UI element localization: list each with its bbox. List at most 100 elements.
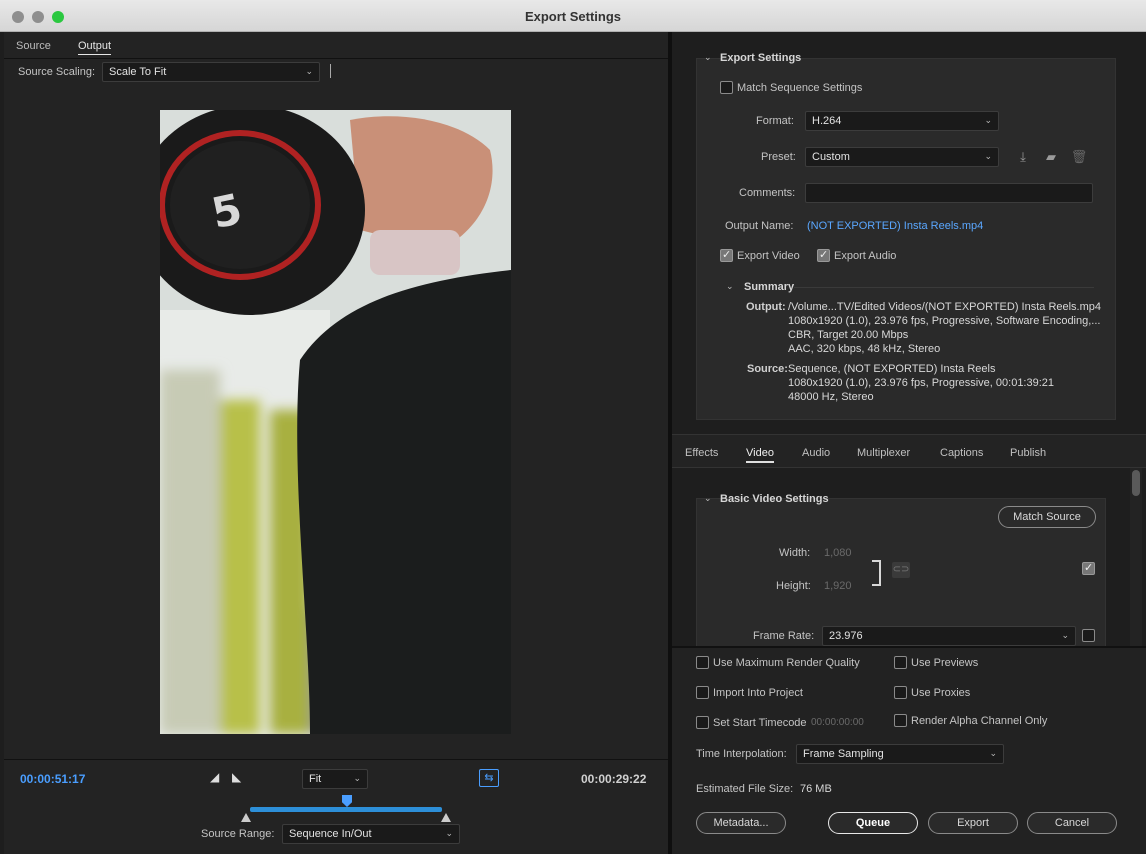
use-previews-checkbox[interactable] xyxy=(894,656,907,669)
height-value[interactable]: 1,920 xyxy=(824,580,852,592)
start-timecode-checkbox[interactable] xyxy=(696,716,709,729)
summary-header: Summary xyxy=(744,281,795,293)
use-proxies-label: Use Proxies xyxy=(911,687,971,699)
chevron-down-icon: ⌄ xyxy=(984,151,992,161)
tab-effects[interactable]: Effects xyxy=(685,447,718,459)
tab-multiplexer[interactable]: Multiplexer xyxy=(857,447,910,459)
zoom-fit-select[interactable]: Fit ⌄ xyxy=(302,769,368,789)
export-audio-checkbox[interactable] xyxy=(817,248,830,262)
tab-video[interactable]: Video xyxy=(746,447,774,463)
link-bracket xyxy=(872,560,881,586)
collapse-caret-icon[interactable]: ⌄ xyxy=(704,493,712,504)
current-timecode[interactable]: 00:00:51:17 xyxy=(20,772,85,786)
source-range-value: Sequence In/Out xyxy=(289,828,372,840)
cancel-button[interactable]: Cancel xyxy=(1027,812,1117,834)
tab-output[interactable]: Output xyxy=(78,40,112,55)
summary-source-line: 48000 Hz, Stereo xyxy=(788,391,874,403)
comments-label: Comments: xyxy=(739,187,796,199)
use-proxies-checkbox[interactable] xyxy=(894,686,907,699)
import-project-label: Import Into Project xyxy=(713,687,803,699)
source-scaling-select[interactable]: Scale To Fit ⌄ xyxy=(102,62,320,82)
window-title: Export Settings xyxy=(524,9,622,24)
override-size-checkbox[interactable] xyxy=(1082,561,1095,575)
tab-captions[interactable]: Captions xyxy=(940,447,983,459)
frame-rate-override-checkbox[interactable] xyxy=(1082,629,1095,642)
render-alpha-checkbox[interactable] xyxy=(894,714,907,727)
tab-publish[interactable]: Publish xyxy=(1010,447,1046,459)
divider xyxy=(330,64,331,78)
source-scaling-value: Scale To Fit xyxy=(109,66,167,78)
time-interpolation-label: Time Interpolation: xyxy=(696,748,787,760)
start-timecode-value[interactable]: 00:00:00:00 xyxy=(811,717,864,728)
zoom-fit-value: Fit xyxy=(309,773,322,785)
divider xyxy=(794,287,1094,288)
source-range-select[interactable]: Sequence In/Out ⌄ xyxy=(282,824,460,844)
format-select[interactable]: H.264 ⌄ xyxy=(805,111,999,131)
summary-source-line: 1080x1920 (1.0), 23.976 fps, Progressive… xyxy=(788,377,1055,389)
source-range-bar[interactable] xyxy=(250,807,442,812)
summary-output-line: AAC, 320 kbps, 48 kHz, Stereo xyxy=(788,343,941,355)
preset-select[interactable]: Custom ⌄ xyxy=(805,147,999,167)
source-range-label: Source Range: xyxy=(201,828,275,840)
chevron-down-icon: ⌄ xyxy=(1061,630,1069,640)
height-label: Height: xyxy=(776,580,811,592)
mark-in-icon[interactable]: ◢ xyxy=(210,770,219,784)
metadata-button[interactable]: Metadata... xyxy=(696,812,786,834)
time-interpolation-select[interactable]: Frame Sampling ⌄ xyxy=(796,744,1004,764)
use-previews-label: Use Previews xyxy=(911,657,979,669)
export-button[interactable]: Export xyxy=(928,812,1018,834)
summary-output-label: Output: xyxy=(746,301,786,313)
range-out-handle[interactable] xyxy=(441,813,451,822)
match-sequence-label: Match Sequence Settings xyxy=(737,82,863,94)
export-audio-label: Export Audio xyxy=(834,250,897,262)
preset-label: Preset: xyxy=(761,151,796,163)
output-name-label: Output Name: xyxy=(725,220,794,232)
preview-frame-image: 5 xyxy=(160,110,511,734)
max-render-quality-label: Use Maximum Render Quality xyxy=(713,657,860,669)
queue-button[interactable]: Queue xyxy=(828,812,918,834)
match-sequence-checkbox[interactable] xyxy=(720,81,733,94)
width-value[interactable]: 1,080 xyxy=(824,547,852,559)
link-icon[interactable]: ⊂⊃ xyxy=(892,562,910,578)
chevron-down-icon: ⌄ xyxy=(305,66,313,76)
summary-output-line: CBR, Target 20.00 Mbps xyxy=(788,329,909,341)
divider xyxy=(4,58,668,59)
output-name-link[interactable]: (NOT EXPORTED) Insta Reels.mp4 xyxy=(807,220,983,232)
collapse-caret-icon[interactable]: ⌄ xyxy=(704,52,712,63)
mark-out-icon[interactable]: ◣ xyxy=(232,770,241,784)
frame-rate-select[interactable]: 23.976 ⌄ xyxy=(822,626,1076,646)
tab-source[interactable]: Source xyxy=(16,40,51,52)
tab-audio[interactable]: Audio xyxy=(802,447,830,459)
frame-rate-value: 23.976 xyxy=(829,630,863,642)
divider xyxy=(4,759,668,760)
summary-source-line: Sequence, (NOT EXPORTED) Insta Reels xyxy=(788,363,996,375)
collapse-caret-icon[interactable]: ⌄ xyxy=(726,281,734,292)
format-value: H.264 xyxy=(812,115,842,127)
max-render-quality-checkbox[interactable] xyxy=(696,656,709,669)
summary-output-line: 1080x1920 (1.0), 23.976 fps, Progressive… xyxy=(788,315,1101,327)
frame-rate-label: Frame Rate: xyxy=(753,630,815,642)
summary-source-label: Source: xyxy=(747,363,788,375)
chevron-down-icon: ⌄ xyxy=(984,115,992,125)
chevron-down-icon: ⌄ xyxy=(445,828,453,838)
video-preview: 5 xyxy=(160,110,511,734)
preset-value: Custom xyxy=(812,151,850,163)
panel-splitter[interactable] xyxy=(668,32,672,854)
export-video-checkbox[interactable] xyxy=(720,248,733,262)
comments-input[interactable] xyxy=(805,183,1093,203)
scrollbar-thumb[interactable] xyxy=(1132,470,1140,496)
range-in-handle[interactable] xyxy=(241,813,251,822)
trash-icon[interactable]: 🗑 xyxy=(1070,148,1088,166)
playhead-handle[interactable] xyxy=(342,795,352,807)
import-project-checkbox[interactable] xyxy=(696,686,709,699)
summary-output-line: /Volume...TV/Edited Videos/(NOT EXPORTED… xyxy=(788,301,1102,313)
match-source-button[interactable]: Match Source xyxy=(998,506,1096,528)
render-alpha-label: Render Alpha Channel Only xyxy=(911,715,1048,727)
import-preset-icon[interactable]: ⤓ xyxy=(1014,148,1032,166)
export-video-label: Export Video xyxy=(737,250,800,262)
chevron-down-icon: ⌄ xyxy=(353,773,361,783)
export-settings-header: Export Settings xyxy=(720,52,802,64)
aspect-toggle-icon[interactable]: ⇆ xyxy=(479,769,499,787)
start-timecode-label: Set Start Timecode xyxy=(713,717,807,729)
save-preset-icon[interactable]: ▰ xyxy=(1042,148,1060,166)
